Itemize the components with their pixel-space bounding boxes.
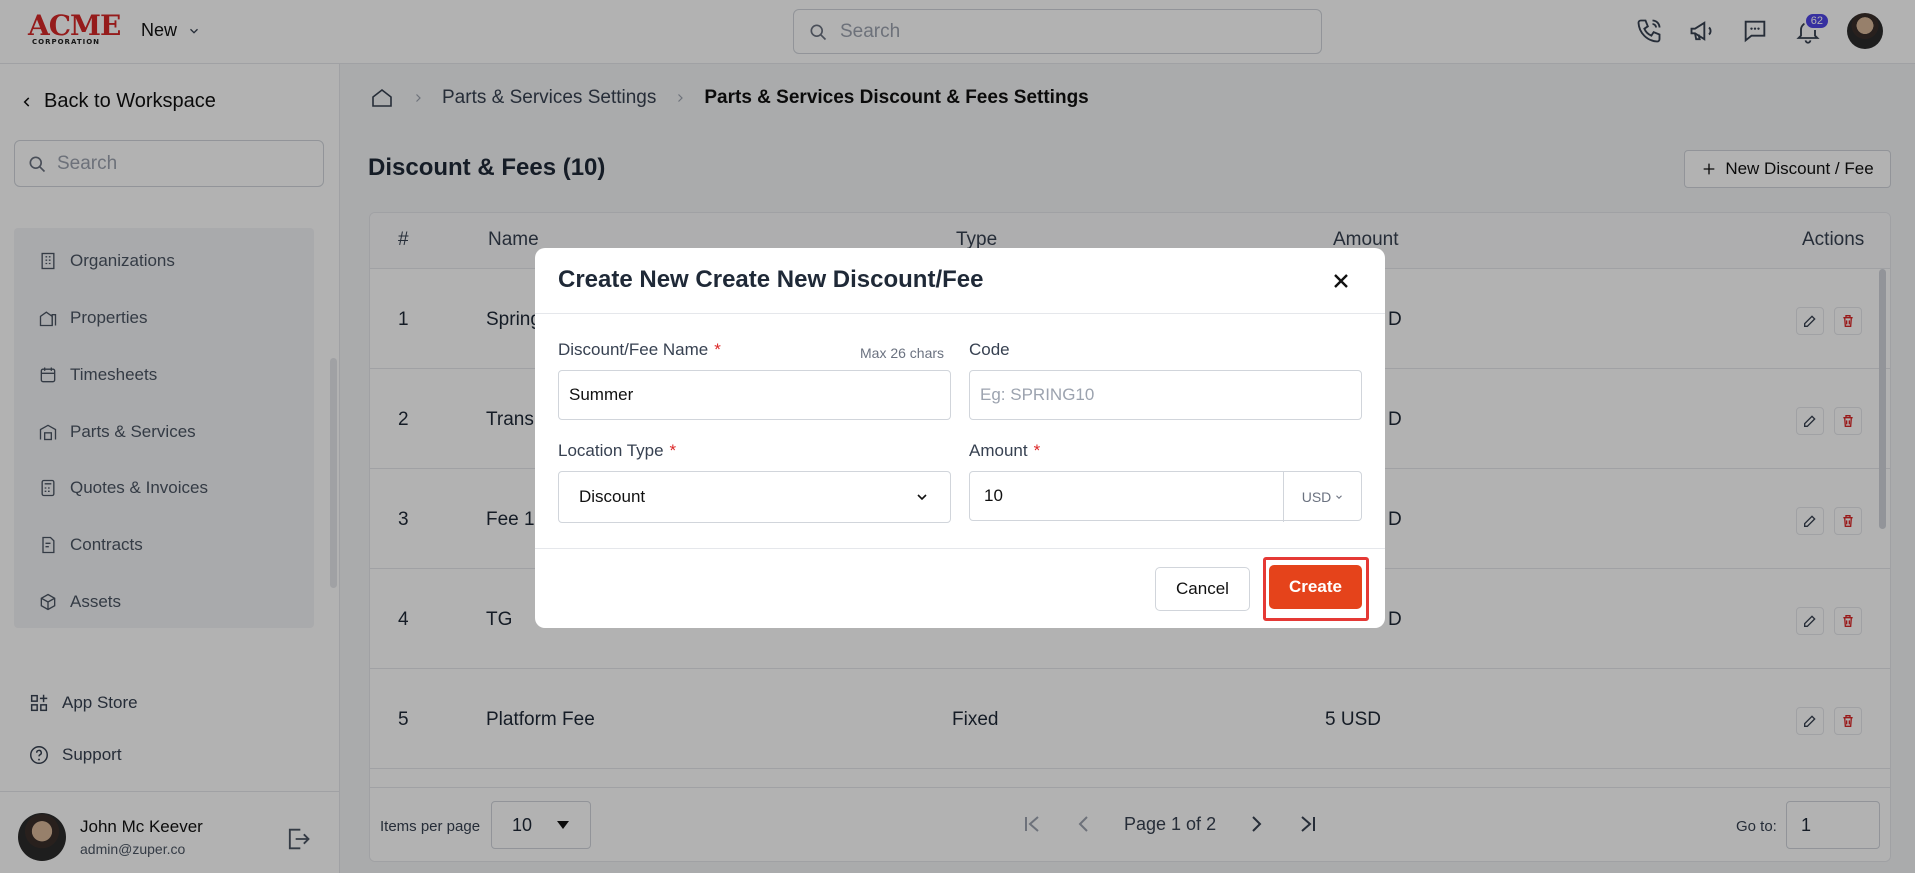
code-field-label: Code: [969, 340, 1010, 359]
location-type-label: Location Type *: [558, 441, 677, 460]
modal-title: Create New Create New Discount/Fee: [558, 266, 984, 293]
amount-value: 10: [984, 486, 1003, 505]
chevron-down-icon: [917, 494, 927, 501]
required-marker: *: [714, 340, 721, 359]
modal-footer: Cancel Create: [535, 548, 1385, 628]
amount-label: Amount *: [969, 441, 1041, 460]
code-input[interactable]: Eg: SPRING10: [969, 370, 1362, 420]
modal-header: Create New Create New Discount/Fee: [535, 248, 1385, 314]
create-button[interactable]: Create: [1269, 565, 1362, 609]
discount-fee-name-input[interactable]: Summer: [558, 370, 951, 420]
chevron-down-icon: [1336, 495, 1343, 500]
name-max-chars-hint: Max 26 chars: [860, 345, 945, 361]
cancel-button[interactable]: Cancel: [1155, 567, 1250, 611]
currency-value: USD: [1301, 489, 1332, 505]
name-field-label: Discount/Fee Name *: [558, 340, 721, 359]
required-marker: *: [669, 441, 677, 460]
create-discount-fee-modal: Create New Create New Discount/Fee Disco…: [535, 248, 1385, 628]
required-marker: *: [1033, 441, 1041, 460]
currency-select[interactable]: USD: [1283, 472, 1362, 522]
close-icon[interactable]: [1332, 272, 1350, 290]
location-type-value: Discount: [579, 487, 646, 506]
location-type-select[interactable]: Discount: [558, 471, 951, 523]
